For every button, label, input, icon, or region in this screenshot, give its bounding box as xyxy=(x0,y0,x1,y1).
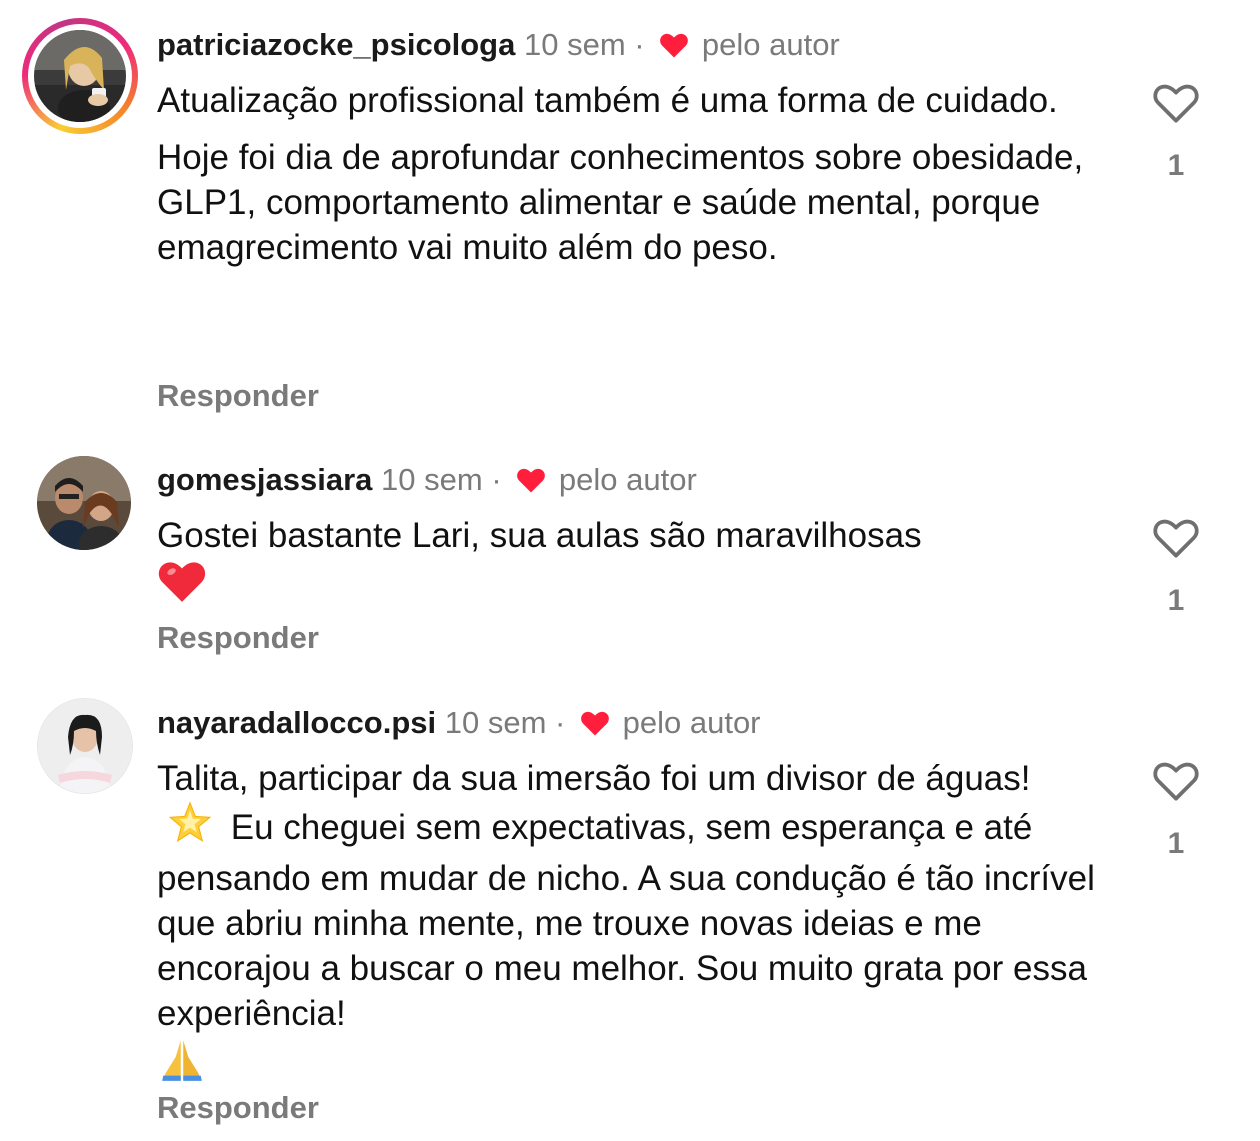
username-link[interactable]: gomesjassiara xyxy=(157,462,372,497)
comment-text-segment: Talita, participar da sua imersão foi um… xyxy=(157,759,1031,798)
username-link[interactable]: patriciazocke_psicologa xyxy=(157,27,515,62)
comment-header: nayaradallocco.psi 10 sem · pelo autor xyxy=(157,703,761,743)
heart-outline-icon[interactable] xyxy=(1152,515,1200,559)
like-count: 1 xyxy=(1167,584,1185,617)
comment-paragraph: Hoje foi dia de aprofundar conhecimentos… xyxy=(157,138,1084,267)
heart-filled-icon xyxy=(581,711,609,736)
heart-outline-icon[interactable] xyxy=(1152,80,1200,124)
avatar[interactable] xyxy=(37,456,131,550)
comment-paragraph: Atualização profissional também é uma fo… xyxy=(157,81,1058,120)
comment-item: gomesjassiara 10 sem · pelo autor Gostei… xyxy=(0,440,1260,680)
heart-filled-icon xyxy=(660,33,689,58)
like-column: 1 xyxy=(1140,758,1212,861)
comment-paragraph: Talita, participar da sua imersão foi um… xyxy=(157,756,1097,1093)
liked-by-author-label: pelo autor xyxy=(622,705,761,740)
liked-by-author-label: pelo autor xyxy=(558,462,697,497)
separator-dot: · xyxy=(555,705,566,740)
avatar[interactable] xyxy=(37,698,133,794)
timestamp: 10 sem xyxy=(524,27,626,62)
comment-text-line: Gostei bastante Lari, sua aulas são mara… xyxy=(157,516,922,555)
avatar[interactable] xyxy=(34,30,126,122)
like-count: 1 xyxy=(1167,827,1185,860)
comment-header: patriciazocke_psicologa 10 sem · pelo au… xyxy=(157,25,840,65)
comment-text: Talita, participar da sua imersão foi um… xyxy=(157,756,1097,1093)
comment-paragraph: Gostei bastante Lari, sua aulas são mara… xyxy=(157,513,1117,615)
comment-text: Gostei bastante Lari, sua aulas são mara… xyxy=(157,513,1117,615)
reply-button[interactable]: Responder xyxy=(157,620,319,656)
like-count: 1 xyxy=(1167,149,1185,182)
comment-header: gomesjassiara 10 sem · pelo autor xyxy=(157,460,697,500)
comment-item: patriciazocke_psicologa 10 sem · pelo au… xyxy=(0,0,1260,440)
like-column: 1 xyxy=(1140,515,1212,618)
liked-by-author-label: pelo autor xyxy=(701,27,840,62)
folded-hands-emoji xyxy=(157,1036,207,1093)
timestamp: 10 sem xyxy=(444,705,547,740)
separator-dot: · xyxy=(634,27,645,62)
glowing-star-emoji xyxy=(167,801,213,856)
comment-text: Atualização profissional também é uma fo… xyxy=(157,78,1117,270)
heart-filled-icon xyxy=(517,468,546,493)
story-ring[interactable] xyxy=(22,18,138,134)
reply-button[interactable]: Responder xyxy=(157,1090,319,1126)
separator-dot: · xyxy=(491,462,502,497)
like-column: 1 xyxy=(1140,80,1212,183)
heart-outline-icon[interactable] xyxy=(1152,758,1200,802)
reply-button[interactable]: Responder xyxy=(157,378,319,414)
username-link[interactable]: nayaradallocco.psi xyxy=(157,705,436,740)
timestamp: 10 sem xyxy=(381,462,483,497)
red-heart-emoji xyxy=(157,558,207,615)
comment-item: nayaradallocco.psi 10 sem · pelo autor T… xyxy=(0,682,1260,1141)
comment-text-segment: Eu cheguei sem expectativas, sem esperan… xyxy=(157,808,1095,1033)
